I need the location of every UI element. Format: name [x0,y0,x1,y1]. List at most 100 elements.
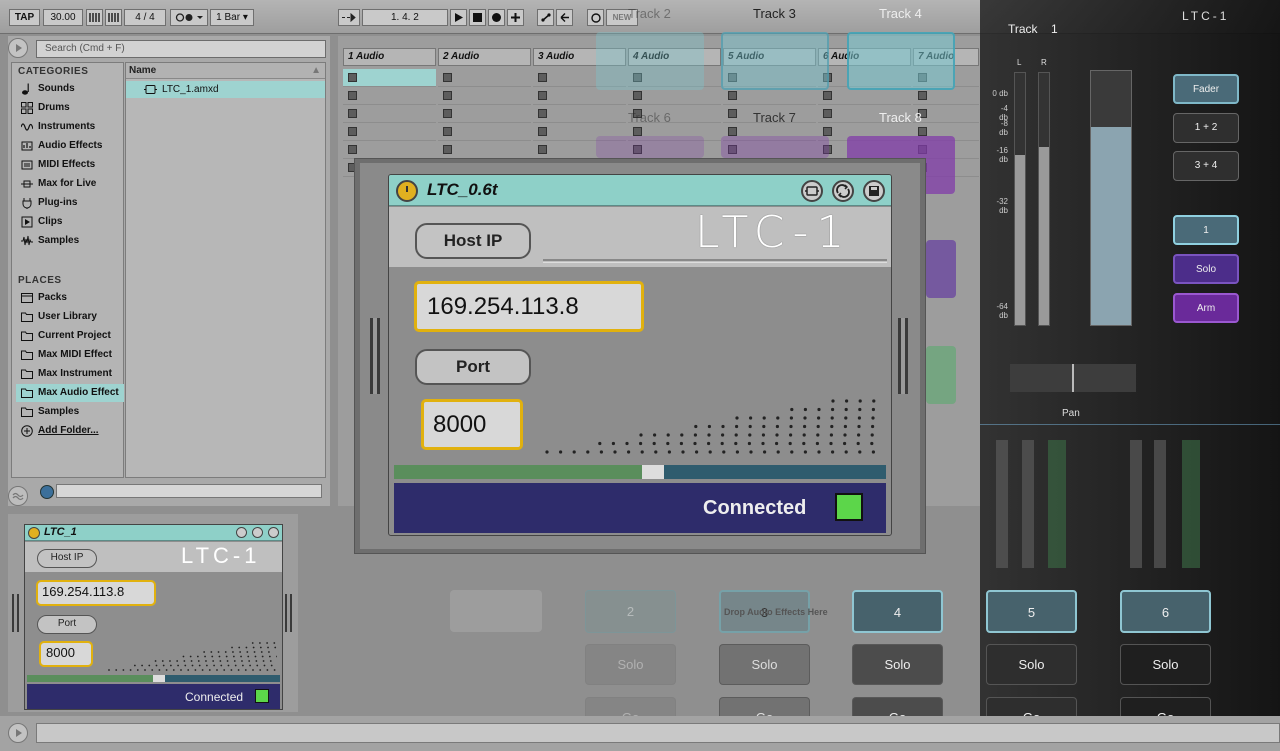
file-item[interactable]: LTC_1.amxd [126,81,325,98]
stop-button[interactable] [469,9,486,26]
clip-stop-icon[interactable] [538,109,547,118]
progress-handle[interactable] [153,675,165,682]
power-icon[interactable] [28,527,40,539]
clip-slot[interactable] [438,69,531,87]
solo-scene-button[interactable]: Solo [585,644,676,685]
track-header[interactable]: 2 Audio [438,48,531,66]
edit-icon[interactable] [236,527,247,538]
clip-slot[interactable] [438,123,531,141]
track-tile[interactable] [721,32,829,90]
place-samples[interactable]: Samples [16,403,124,421]
metronome-button[interactable] [170,9,208,26]
category-instruments[interactable]: Instruments [16,118,124,136]
play-button[interactable] [450,9,467,26]
clip-stop-icon[interactable] [443,127,452,136]
place-packs[interactable]: Packs [16,289,124,307]
clip-stop-icon[interactable] [538,73,547,82]
track-header[interactable]: 1 Audio [343,48,436,66]
scene-number-button[interactable]: 5 [986,590,1077,633]
port-field[interactable]: 8000 [39,641,93,667]
quantize-select[interactable]: 1 Bar ▾ [210,9,254,26]
clip-stop-icon[interactable] [348,109,357,118]
category-clips[interactable]: Clips [16,213,124,231]
solo-scene-button[interactable]: Solo [852,644,943,685]
host-ip-field[interactable]: 169.254.113.8 [36,580,156,606]
resize-grip[interactable] [285,594,292,632]
follow-button[interactable] [338,9,360,26]
category-drums[interactable]: Drums [16,99,124,117]
resize-grip[interactable] [12,594,19,632]
clip-slot[interactable] [438,141,531,159]
scene-slot[interactable] [450,590,542,632]
clip-stop-icon[interactable] [728,91,737,100]
clip-slot[interactable] [343,141,436,159]
clip-stop-icon[interactable] [728,109,737,118]
category-plug-ins[interactable]: Plug-ins [16,194,124,212]
loop-circle-button[interactable] [587,9,604,26]
category-sounds[interactable]: Sounds [16,80,124,98]
clip-stop-icon[interactable] [823,91,832,100]
clip-stop-icon[interactable] [348,127,357,136]
scene-number-button[interactable]: 6 [1120,590,1211,633]
channel-1-2-button[interactable]: 1 + 2 [1173,113,1239,143]
progress-handle[interactable] [642,465,664,479]
scene-number-button[interactable]: 2 [585,590,676,633]
clip-slot[interactable] [343,69,436,87]
clip-stop-icon[interactable] [918,91,927,100]
clip-stop-icon[interactable] [918,127,927,136]
port-field[interactable]: 8000 [421,399,523,450]
groove-toggle-button[interactable] [8,486,28,506]
clip-stop-icon[interactable] [348,73,357,82]
clip-stop-icon[interactable] [443,73,452,82]
fader-button[interactable]: Fader [1173,74,1239,104]
clip-stop-icon[interactable] [348,145,357,154]
time-signature-field[interactable]: 4 / 4 [124,9,166,26]
track-1-button[interactable]: 1 [1173,215,1239,245]
solo-button[interactable]: Solo [1173,254,1239,284]
clip-stop-icon[interactable] [633,91,642,100]
clip-slot[interactable] [343,87,436,105]
solo-scene-button[interactable]: Solo [986,644,1077,685]
category-midi-effects[interactable]: MIDI Effects [16,156,124,174]
edit-icon[interactable] [801,180,823,202]
clip-slot[interactable] [438,105,531,123]
place-max-instrument[interactable]: Max Instrument [16,365,124,383]
channel-3-4-button[interactable]: 3 + 4 [1173,151,1239,181]
clip-stop-icon[interactable] [538,145,547,154]
pan-slider[interactable] [1010,364,1136,392]
add-folder-link[interactable]: Add Folder... [16,422,124,440]
category-max-for-live[interactable]: Max for Live [16,175,124,193]
save-icon[interactable] [268,527,279,538]
clip-stop-icon[interactable] [538,91,547,100]
track-tile[interactable] [721,136,829,158]
place-current-project[interactable]: Current Project [16,327,124,345]
record-button[interactable] [488,9,505,26]
clip-stop-icon[interactable] [348,91,357,100]
clip-slot[interactable] [913,105,979,123]
back-to-arrangement-button[interactable] [556,9,573,26]
scene-number-button[interactable]: 4 [852,590,943,633]
solo-scene-button[interactable]: Solo [1120,644,1211,685]
search-input[interactable]: Search (Cmd + F) [36,40,326,58]
info-icon[interactable] [40,485,54,499]
name-column-header[interactable]: Name ▲ [126,63,325,79]
clip-stop-icon[interactable] [443,109,452,118]
browser-toggle-button[interactable] [8,38,28,58]
nudge-up-button[interactable] [105,9,122,26]
browser-preview-bar[interactable] [56,484,322,498]
hotswap-icon[interactable] [832,180,854,202]
power-icon[interactable] [396,180,418,202]
clip-stop-icon[interactable] [728,127,737,136]
track-tile[interactable] [596,136,704,158]
place-max-midi-effect[interactable]: Max MIDI Effect [16,346,124,364]
track-tile[interactable] [926,346,956,404]
category-audio-effects[interactable]: Audio Effects [16,137,124,155]
track-tile[interactable] [596,32,704,90]
clip-slot[interactable] [438,87,531,105]
automation-arm-button[interactable] [537,9,554,26]
place-max-audio-effect[interactable]: Max Audio Effect [16,384,124,402]
clip-stop-icon[interactable] [443,91,452,100]
clip-stop-icon[interactable] [633,127,642,136]
save-icon[interactable] [863,180,885,202]
clip-slot[interactable] [343,123,436,141]
